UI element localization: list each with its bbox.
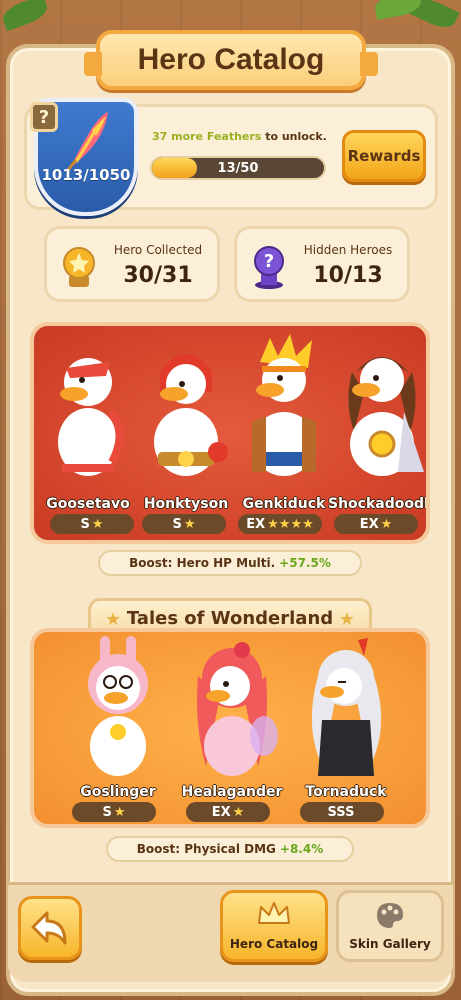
rank-text: S (80, 516, 90, 532)
boost-text: Boost: Hero HP Multi. (129, 556, 276, 570)
star-icon: ★ (338, 609, 355, 630)
nav-hero-catalog[interactable]: Hero Catalog (220, 890, 328, 962)
page-title: Hero Catalog (137, 43, 325, 76)
hero-card[interactable]: Goosetavo (40, 332, 136, 532)
nav-label: Skin Gallery (349, 937, 431, 951)
palette-icon (377, 903, 403, 928)
hero-name: Genkiduck (242, 496, 326, 512)
goose-avatar-icon (88, 636, 148, 776)
unlock-hint-highlight: 37 more Feathers (152, 130, 262, 143)
rank-badge: S ★ (142, 514, 226, 534)
feather-count: 1013/1050 (41, 166, 131, 184)
crown-icon (258, 902, 290, 924)
svg-text:?: ? (264, 251, 274, 272)
question-chess-icon: ? (249, 245, 289, 289)
goose-avatar-icon (154, 354, 228, 476)
rank-stars: ★ (183, 516, 196, 532)
stat-label: Hidden Heroes (303, 243, 393, 257)
stat-label: Hero Collected (113, 243, 203, 257)
title-banner: Hero Catalog (84, 30, 378, 90)
hero-card[interactable]: Shockadoodle (328, 332, 426, 532)
hero-name: Shockadoodle (328, 496, 430, 512)
hero-card[interactable]: Honktyson (138, 332, 234, 532)
goose-avatar-icon (311, 638, 382, 776)
star-medal-icon (59, 245, 99, 289)
help-question-icon[interactable]: ? (30, 102, 58, 132)
feather-progress-bar: 13/50 (150, 156, 326, 180)
hero-name: Tornaduck (305, 784, 387, 800)
boost-label: Boost: Hero HP Multi. +57.5% (98, 550, 362, 576)
hero-card[interactable]: Genkiduck (236, 332, 332, 532)
hero-card[interactable]: Healagander (182, 636, 282, 824)
rank-stars: ★ (232, 804, 245, 820)
feather-icon (62, 108, 112, 172)
rank-text: S (172, 516, 182, 532)
rank-text: EX (359, 516, 379, 532)
rank-text: SSS (327, 804, 355, 820)
goose-avatar-icon (197, 642, 278, 776)
nav-label: Hero Catalog (229, 937, 319, 951)
rank-text: S (102, 804, 112, 820)
nav-skin-gallery[interactable]: Skin Gallery (336, 890, 444, 962)
hero-name: Goslinger (80, 784, 156, 800)
rank-badge: EX ★ (334, 514, 418, 534)
back-arrow-icon (31, 911, 67, 945)
hero-card[interactable]: Tornaduck (298, 636, 394, 824)
progress-label: 13/50 (217, 160, 259, 176)
goose-avatar-icon (252, 334, 316, 476)
hero-card[interactable]: Goslinger (70, 636, 166, 824)
star-icon: ★ (105, 609, 122, 630)
boost-value: +8.4% (279, 842, 324, 856)
section-title: Tales of Wonderland (126, 607, 334, 629)
back-button[interactable] (18, 896, 82, 960)
goose-avatar-icon (348, 357, 424, 476)
rank-badge: S ★ (72, 802, 156, 822)
rank-stars: ★ (380, 516, 393, 532)
rank-stars: ★ (91, 516, 104, 532)
hero-name: Honktyson (143, 496, 229, 512)
rank-badge: SSS (300, 802, 384, 822)
hero-collected-card: Hero Collected 30/31 (44, 226, 220, 302)
hero-group-orange: Goslinger Healagander Tornaduck S ★ EX ★… (30, 628, 430, 828)
stat-value: 10/13 (313, 263, 383, 288)
unlock-hint-suffix: to unlock. (261, 130, 327, 143)
rank-text: EX (246, 516, 266, 532)
hidden-heroes-card: ? Hidden Heroes 10/13 (234, 226, 410, 302)
rank-badge: EX ★ (186, 802, 270, 822)
rank-stars: ★ (113, 804, 126, 820)
hero-name: Goosetavo (46, 496, 130, 512)
rank-badge: S ★ (50, 514, 134, 534)
rank-text: EX (211, 804, 231, 820)
goose-avatar-icon (58, 358, 124, 476)
hero-group-red: Goosetavo Honktyson Genkiduck Shockadood… (30, 322, 430, 544)
boost-text: Boost: Physical DMG (136, 842, 276, 856)
rewards-button[interactable]: Rewards (342, 130, 426, 182)
hero-name: Healagander (181, 784, 283, 800)
boost-label: Boost: Physical DMG +8.4% (106, 836, 354, 862)
rank-stars: ★★★★ (267, 516, 314, 532)
unlock-hint: 37 more Feathers to unlock. (152, 130, 332, 143)
rank-badge: EX ★★★★ (238, 514, 322, 534)
stat-value: 30/31 (123, 263, 193, 288)
boost-value: +57.5% (279, 556, 331, 570)
